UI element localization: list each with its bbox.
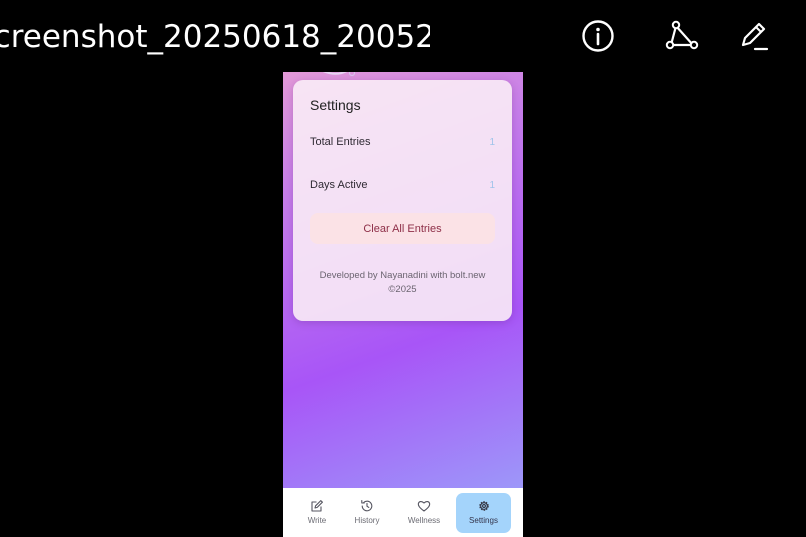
tab-history[interactable]: History	[347, 493, 387, 533]
total-entries-label: Total Entries	[310, 136, 371, 148]
credit-line: Developed by Nayanadini with bolt.new	[319, 270, 486, 281]
bottom-nav: Write History Wellness Settings	[283, 488, 523, 537]
viewer-toolbar: Screenshot_20250618_200522.jpg	[0, 0, 806, 72]
edit-icon[interactable]	[734, 16, 774, 56]
clear-all-entries-button[interactable]: Clear All Entries	[310, 213, 495, 244]
file-name-title: Screenshot_20250618_200522.jpg	[0, 19, 430, 55]
tab-label: History	[354, 516, 380, 525]
history-icon	[360, 499, 374, 513]
share-icon[interactable]	[662, 16, 702, 56]
tab-wellness[interactable]: Wellness	[401, 493, 447, 533]
days-active-value: 1	[489, 180, 495, 191]
copyright-line: ©2025	[388, 284, 417, 295]
developer-credit: Developed by Nayanadini with bolt.new ©2…	[303, 269, 502, 297]
settings-title: Settings	[310, 97, 361, 113]
tab-label: Settings	[469, 516, 498, 525]
settings-card: Settings Total Entries 1 Days Active 1 C…	[293, 80, 512, 321]
tab-label: Write	[307, 516, 327, 525]
gear-icon	[477, 499, 491, 513]
days-active-label: Days Active	[310, 179, 368, 191]
heart-icon	[417, 499, 431, 513]
pencil-square-icon	[310, 499, 324, 513]
info-icon[interactable]	[578, 16, 618, 56]
app-screen: Settings Total Entries 1 Days Active 1 C…	[283, 72, 523, 537]
tab-label: Wellness	[407, 516, 441, 525]
tab-write[interactable]: Write	[297, 493, 337, 533]
tab-settings[interactable]: Settings	[456, 493, 511, 533]
days-active-row: Days Active 1	[310, 179, 495, 197]
total-entries-row: Total Entries 1	[310, 136, 495, 154]
total-entries-value: 1	[489, 137, 495, 148]
decorative-swirl-icon	[319, 72, 359, 80]
